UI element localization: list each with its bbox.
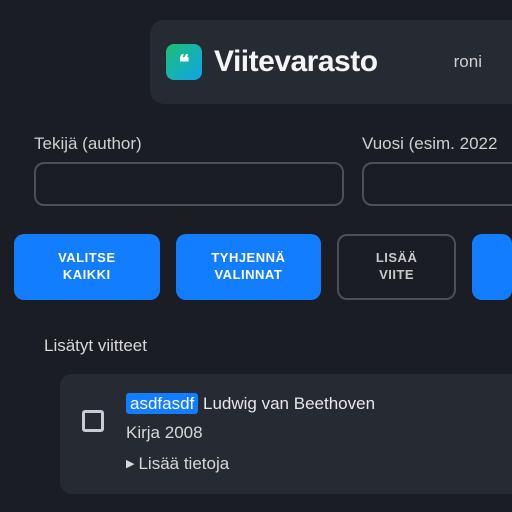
author-label: Tekijä (author) bbox=[34, 134, 344, 154]
section-title: Lisätyt viitteet bbox=[44, 336, 512, 356]
reference-title-line: asdfasdf Ludwig van Beethoven bbox=[126, 394, 375, 414]
logo-icon: ❝ bbox=[166, 44, 202, 80]
reference-body: asdfasdf Ludwig van Beethoven Kirja 2008… bbox=[126, 394, 375, 474]
brand: ❝ Viitevarasto bbox=[166, 44, 378, 80]
reference-key: asdfasdf bbox=[126, 393, 198, 414]
app-title: Viitevarasto bbox=[214, 45, 378, 79]
select-all-button[interactable]: VALITSEKAIKKI bbox=[14, 234, 160, 300]
header: ❝ Viitevarasto roni bbox=[150, 20, 512, 104]
author-field: Tekijä (author) bbox=[34, 134, 344, 206]
reference-type: Kirja bbox=[126, 423, 160, 442]
filter-row: Tekijä (author) Vuosi (esim. 2022 bbox=[34, 134, 512, 206]
author-input[interactable] bbox=[34, 162, 344, 206]
reference-meta: Kirja 2008 bbox=[126, 423, 375, 443]
year-field: Vuosi (esim. 2022 bbox=[362, 134, 512, 206]
edge-button[interactable] bbox=[472, 234, 512, 300]
reference-author: Ludwig van Beethoven bbox=[203, 394, 375, 413]
reference-checkbox[interactable] bbox=[82, 410, 104, 432]
clear-selection-button[interactable]: TYHJENNÄVALINNAT bbox=[176, 234, 322, 300]
year-label: Vuosi (esim. 2022 bbox=[362, 134, 512, 154]
add-reference-button[interactable]: LISÄÄVIITE bbox=[337, 234, 456, 300]
chevron-right-icon: ▶ bbox=[126, 457, 134, 470]
button-row: VALITSEKAIKKI TYHJENNÄVALINNAT LISÄÄVIIT… bbox=[14, 234, 512, 300]
reference-card: asdfasdf Ludwig van Beethoven Kirja 2008… bbox=[60, 374, 512, 494]
reference-expand[interactable]: ▶ Lisää tietoja bbox=[126, 454, 375, 474]
user-name[interactable]: roni bbox=[454, 52, 482, 72]
year-input[interactable] bbox=[362, 162, 512, 206]
expand-label: Lisää tietoja bbox=[138, 454, 229, 474]
reference-year: 2008 bbox=[165, 423, 203, 442]
